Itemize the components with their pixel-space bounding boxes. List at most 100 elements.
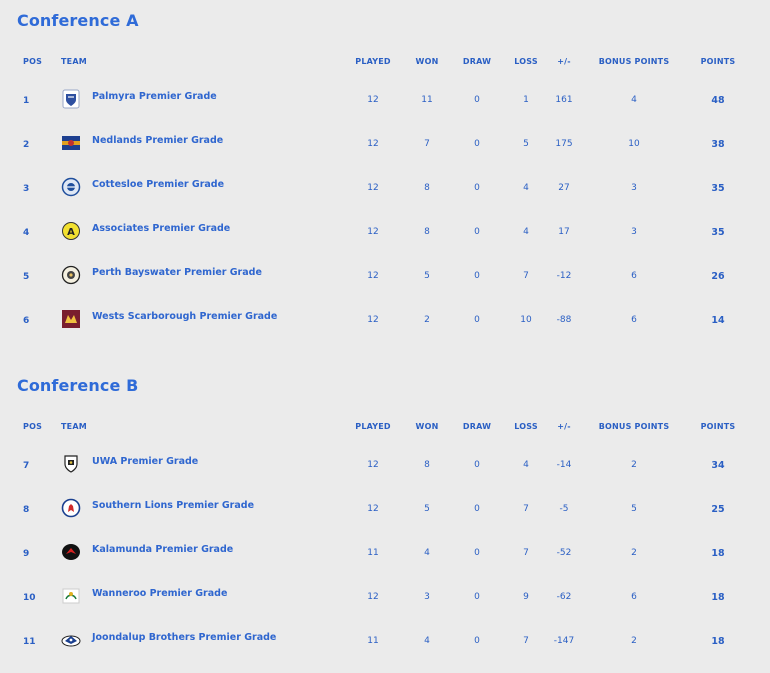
col-pos: POS	[23, 57, 43, 66]
row-pos: 1	[23, 96, 30, 106]
row-pos: 3	[23, 184, 30, 194]
cell-points: 18	[711, 636, 725, 647]
cell-played: 12	[367, 139, 379, 149]
cottesloe-logo	[61, 177, 81, 197]
table-row[interactable]: 10 Wanneroo Premier Grade 12 3 0 9 -62 6 18	[0, 569, 770, 613]
col-points: POINTS	[700, 422, 736, 431]
row-pos: 2	[23, 140, 30, 150]
cell-won: 4	[424, 636, 430, 646]
cell-won: 8	[424, 460, 430, 470]
svg-text:A: A	[67, 227, 75, 238]
team-name-link[interactable]: Cottesloe Premier Grade	[92, 179, 224, 190]
cell-won: 4	[424, 548, 430, 558]
cell-loss: 4	[523, 460, 529, 470]
table-row[interactable]: 6 Wests Scarborough Premier Grade 12 2 0 10 -8…	[0, 292, 770, 336]
cell-won: 8	[424, 183, 430, 193]
cell-played: 12	[367, 460, 379, 470]
cell-diff: -62	[556, 592, 572, 602]
cell-draw: 0	[474, 271, 480, 281]
col-draw: DRAW	[462, 422, 492, 431]
uwa-logo	[61, 454, 81, 474]
col-diff: +/-	[557, 57, 571, 66]
cell-won: 8	[424, 227, 430, 237]
cell-played: 12	[367, 227, 379, 237]
table-row[interactable]: 4 A Associates Premier Grade 12 8 0 4 17 3 35	[0, 204, 770, 248]
col-team: TEAM	[61, 57, 87, 66]
cell-played: 12	[367, 504, 379, 514]
col-played: PLAYED	[355, 57, 391, 66]
cell-played: 12	[367, 183, 379, 193]
cell-points: 18	[711, 592, 725, 603]
cell-draw: 0	[474, 139, 480, 149]
cell-draw: 0	[474, 95, 480, 105]
row-pos: 9	[23, 549, 30, 559]
kalamunda-logo	[61, 542, 81, 562]
cell-loss: 4	[523, 227, 529, 237]
cell-diff: -147	[553, 636, 575, 646]
cell-played: 11	[367, 548, 379, 558]
cell-loss: 7	[523, 271, 529, 281]
cell-points: 38	[711, 139, 725, 150]
joondalup-logo	[61, 630, 81, 650]
table-row[interactable]: 5 Perth Bayswater Premier Grade 12 5 0 7 -12 6 2…	[0, 248, 770, 292]
row-pos: 8	[23, 505, 30, 515]
perth-bayswater-logo	[61, 265, 81, 285]
cell-bonus: 3	[631, 227, 637, 237]
team-name-link[interactable]: Joondalup Brothers Premier Grade	[92, 632, 276, 643]
cell-draw: 0	[474, 504, 480, 514]
col-loss: LOSS	[514, 422, 538, 431]
cell-points: 18	[711, 548, 725, 559]
cell-loss: 4	[523, 183, 529, 193]
cell-bonus: 2	[631, 636, 637, 646]
col-played: PLAYED	[355, 422, 391, 431]
team-name-link[interactable]: Kalamunda Premier Grade	[92, 544, 233, 555]
cell-bonus: 6	[631, 315, 637, 325]
table-row[interactable]: 2 Nedlands Premier Grade 12 7 0 5 175 10 38	[0, 116, 770, 160]
cell-diff: 17	[558, 227, 570, 237]
cell-bonus: 5	[631, 504, 637, 514]
cell-bonus: 10	[628, 139, 640, 149]
cell-draw: 0	[474, 548, 480, 558]
team-name-link[interactable]: Palmyra Premier Grade	[92, 91, 217, 102]
team-name-link[interactable]: Wests Scarborough Premier Grade	[92, 311, 277, 322]
table-row[interactable]: 9 Kalamunda Premier Grade 11 4 0 7 -52 2 18	[0, 525, 770, 569]
conference-b-header: POS TEAM PLAYED WON DRAW LOSS +/- BONUS …	[0, 422, 770, 436]
team-name-link[interactable]: Perth Bayswater Premier Grade	[92, 267, 262, 278]
table-row[interactable]: 8 Southern Lions Premier Grade 12 5 0 7 -5 5 25	[0, 481, 770, 525]
cell-diff: -12	[556, 271, 572, 281]
cell-played: 11	[367, 636, 379, 646]
cell-points: 35	[711, 227, 725, 238]
cell-bonus: 4	[631, 95, 637, 105]
table-row[interactable]: 1 Palmyra Premier Grade 12 11 0 1 161 4 48	[0, 72, 770, 116]
cell-points: 48	[711, 95, 725, 106]
col-team: TEAM	[61, 422, 87, 431]
cell-draw: 0	[474, 592, 480, 602]
cell-won: 11	[421, 95, 433, 105]
team-name-link[interactable]: Southern Lions Premier Grade	[92, 500, 254, 511]
col-won: WON	[415, 422, 439, 431]
table-row[interactable]: 3 Cottesloe Premier Grade 12 8 0 4 27 3 35	[0, 160, 770, 204]
wanneroo-logo	[61, 586, 81, 606]
palmyra-logo	[61, 89, 81, 109]
table-row[interactable]: 11 Joondalup Brothers Premier Grade 11 4 0 7 -…	[0, 613, 770, 657]
team-name-link[interactable]: Nedlands Premier Grade	[92, 135, 223, 146]
cell-bonus: 3	[631, 183, 637, 193]
cell-won: 7	[424, 139, 430, 149]
cell-diff: 27	[558, 183, 570, 193]
team-name-link[interactable]: Wanneroo Premier Grade	[92, 588, 227, 599]
team-name-link[interactable]: UWA Premier Grade	[92, 456, 198, 467]
cell-draw: 0	[474, 460, 480, 470]
cell-won: 3	[424, 592, 430, 602]
cell-loss: 9	[523, 592, 529, 602]
team-name-link[interactable]: Associates Premier Grade	[92, 223, 230, 234]
col-bonus: BONUS POINTS	[598, 422, 670, 431]
cell-draw: 0	[474, 315, 480, 325]
cell-bonus: 2	[631, 548, 637, 558]
row-pos: 7	[23, 461, 30, 471]
conference-b-title: Conference B	[17, 376, 139, 395]
cell-points: 14	[711, 315, 725, 326]
table-row[interactable]: 7 UWA Premier Grade 12 8 0 4 -14 2 34	[0, 437, 770, 481]
cell-bonus: 6	[631, 592, 637, 602]
cell-diff: -5	[559, 504, 569, 514]
cell-points: 26	[711, 271, 725, 282]
